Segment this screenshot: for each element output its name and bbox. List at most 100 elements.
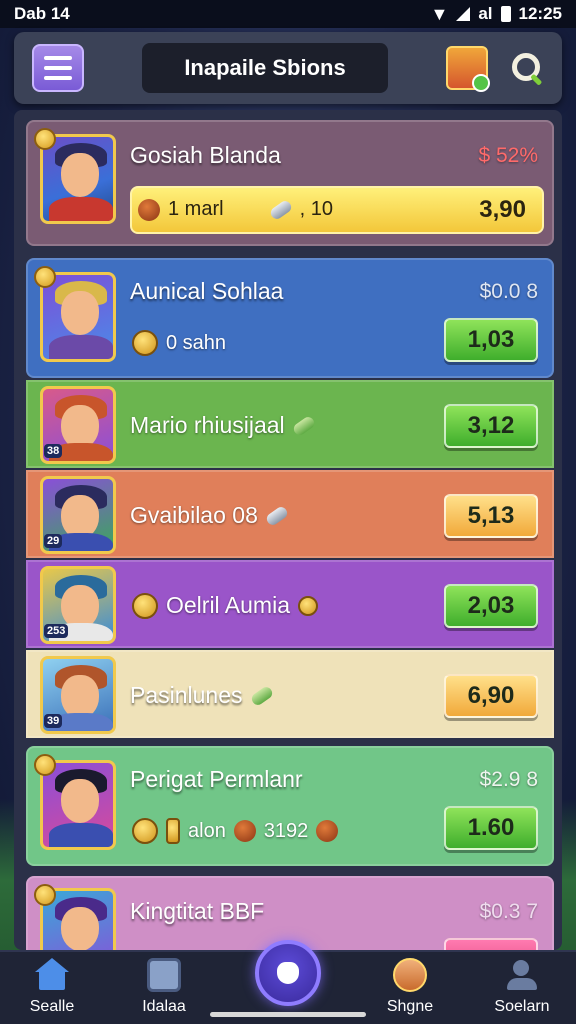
- buy-button[interactable]: 5,13: [444, 494, 538, 538]
- coin-badge-icon: [34, 128, 56, 150]
- player-name: Perigat Permlanr: [130, 766, 303, 792]
- home-indicator: [210, 1012, 366, 1017]
- center-action-button[interactable]: [255, 940, 321, 1006]
- player-name: Gosiah Blanda: [130, 142, 281, 168]
- menu-button[interactable]: [32, 44, 84, 92]
- list-item[interactable]: Gosiah Blanda $ 52% 1 marl , 10 3,90: [26, 120, 554, 246]
- portrait-body: [49, 335, 113, 359]
- nav-label: Idalaa: [142, 998, 186, 1015]
- carrier-text: al: [478, 4, 493, 23]
- stats-text: 0 sahn: [166, 331, 227, 354]
- list-item[interactable]: Kingtitat BBF $0.3 7: [26, 876, 554, 950]
- list-item[interactable]: 39 Pasinlunes 6,90: [26, 650, 554, 738]
- menu-icon-line: [44, 76, 72, 80]
- player-name: Gvaibilao 08: [130, 502, 258, 528]
- coin-badge-icon: [34, 266, 56, 288]
- status-right: ▼ al 12:25: [431, 4, 563, 25]
- player-price: 3,90: [479, 196, 526, 223]
- buy-button[interactable]: 6,90: [444, 674, 538, 718]
- home-icon: [35, 958, 69, 992]
- wifi-icon: ▼: [430, 3, 449, 24]
- player-name: Pasinlunes: [130, 682, 243, 708]
- stats-text: 1 marl: [168, 198, 224, 220]
- list-item[interactable]: 29 Gvaibilao 08 5,13: [26, 470, 554, 558]
- stats-value: , 10: [299, 198, 333, 220]
- rank-badge: 38: [44, 444, 63, 458]
- price-label: 3,90: [479, 196, 526, 224]
- portrait-face: [61, 779, 99, 823]
- nav-item-shgne[interactable]: Shgne: [360, 958, 460, 1016]
- player-name: Kingtitat BBF: [130, 898, 265, 924]
- stats-bar: 1 marl , 10 3,90: [130, 186, 544, 234]
- stats-row: 1 marl , 10: [138, 198, 333, 221]
- header-actions: [446, 46, 544, 92]
- stats-text: alon: [188, 819, 226, 842]
- list-item[interactable]: Aunical Sohlaa $0.0 8 0 sahn 1,03: [26, 258, 554, 378]
- player-name-row: Gvaibilao 08: [130, 502, 290, 529]
- nav-label: Soelarn: [494, 998, 550, 1015]
- player-change: $ 52%: [478, 144, 538, 167]
- rank-badge: 253: [44, 624, 69, 638]
- portrait-body: [49, 197, 113, 221]
- buy-button[interactable]: [444, 938, 538, 950]
- player-name-row: Pasinlunes: [130, 682, 274, 709]
- people-icon: [505, 958, 539, 992]
- photo-icon: [147, 958, 181, 992]
- list-item[interactable]: 253 Oelril Aumia 2,03: [26, 560, 554, 648]
- buy-button[interactable]: 1,03: [444, 318, 538, 362]
- portrait-body: [49, 823, 113, 847]
- ball-icon: [138, 198, 160, 221]
- stats-row: 0 sahn: [132, 330, 226, 356]
- nav-label: Shgne: [386, 998, 434, 1015]
- player-change: $2.9 8: [479, 768, 538, 791]
- nav-item-soelarn[interactable]: Soelarn: [472, 958, 572, 1016]
- player-change: $0.0 8: [479, 280, 538, 303]
- app-header: Inapaile Sbions: [14, 32, 562, 104]
- buy-button[interactable]: 3,12: [444, 404, 538, 448]
- stats-row: alon 3192: [132, 818, 339, 844]
- player-list: Gosiah Blanda $ 52% 1 marl , 10 3,90 Aun…: [14, 110, 562, 950]
- coin-icon: [297, 595, 318, 616]
- nav-label: Sealle: [29, 998, 75, 1015]
- coin-badge-icon: [34, 884, 56, 906]
- silver-icon: [264, 504, 290, 527]
- status-left-text: Dab 14: [14, 4, 70, 23]
- user-avatar[interactable]: [446, 46, 490, 92]
- rank-badge: 39: [44, 714, 63, 728]
- portrait-face: [61, 907, 99, 950]
- battery-icon: [500, 6, 511, 22]
- player-name: Oelril Aumia: [166, 592, 290, 618]
- player-name: Aunical Sohlaa: [130, 278, 284, 304]
- profile-icon: [393, 958, 427, 992]
- buy-button[interactable]: 2,03: [444, 584, 538, 628]
- leaf-icon: [291, 414, 317, 437]
- ball-icon: [316, 820, 339, 842]
- portrait-face: [61, 153, 99, 197]
- menu-icon-line: [44, 56, 72, 60]
- rank-badge: 29: [44, 534, 63, 548]
- player-name-row: Mario rhiusijaal: [130, 412, 317, 439]
- coin-icon: [132, 592, 158, 619]
- player-name-row: Oelril Aumia: [132, 592, 318, 619]
- status-time: 12:25: [518, 4, 562, 23]
- list-item[interactable]: 38 Mario rhiusijaal 3,12: [26, 380, 554, 468]
- leaf-icon: [249, 684, 274, 707]
- portrait-face: [61, 291, 99, 335]
- coin-icon: [166, 818, 180, 844]
- heart-icon: [277, 962, 299, 984]
- signal-icon: [456, 7, 471, 21]
- stats-value: 3192: [263, 819, 309, 842]
- nav-item-idalaa[interactable]: Idalaa: [114, 958, 214, 1016]
- page-title: Inapaile Sbions: [142, 43, 388, 93]
- menu-icon-line: [44, 66, 72, 70]
- list-item[interactable]: Perigat Permlanr $2.9 8 alon 3192 1.60: [26, 746, 554, 866]
- status-bar: Dab 14 ▼ al 12:25: [0, 0, 576, 28]
- silver-icon: [268, 198, 294, 221]
- coin-icon: [132, 818, 158, 844]
- coin-badge-icon: [34, 754, 56, 776]
- search-icon[interactable]: [510, 51, 544, 85]
- player-change: $0.3 7: [479, 900, 538, 923]
- ball-icon: [233, 820, 256, 842]
- nav-item-sealle[interactable]: Sealle: [2, 958, 102, 1016]
- buy-button[interactable]: 1.60: [444, 806, 538, 850]
